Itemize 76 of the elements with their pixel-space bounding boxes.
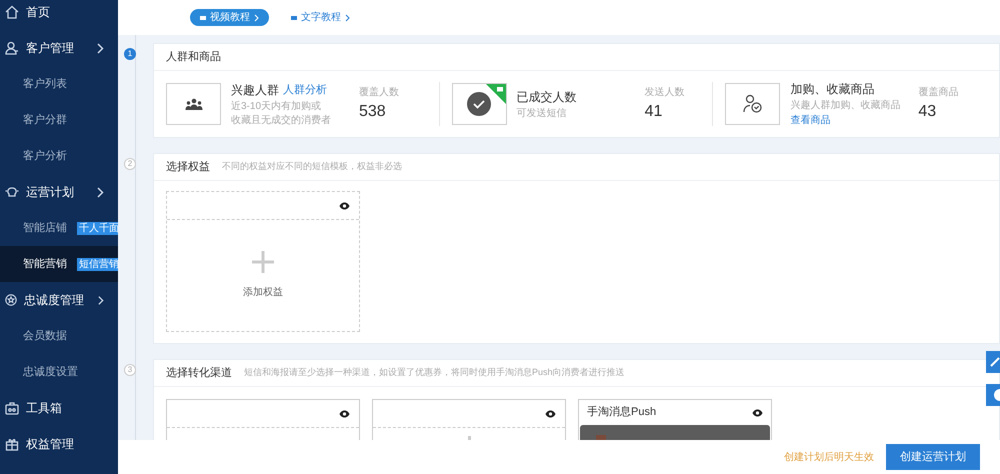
gift-icon: [5, 437, 19, 451]
audience-description: 收藏且无成交的消费者: [231, 114, 332, 127]
nav-subitem[interactable]: 会员数据: [0, 318, 118, 354]
edit-float-button[interactable]: [986, 351, 1000, 373]
stat-value: 43: [918, 102, 938, 122]
eye-icon[interactable]: [752, 408, 763, 416]
eye-icon[interactable]: [339, 410, 350, 418]
step-title: 选择转化渠道: [166, 366, 232, 381]
eye-icon[interactable]: [545, 410, 556, 418]
nav-label: 智能店铺: [23, 220, 67, 236]
nav-subitem[interactable]: 客户分析: [0, 138, 118, 174]
audience-description: 近3-10天内有加购或: [231, 100, 322, 113]
audience-description: 可发送短信: [516, 107, 568, 120]
nav-label: 首页: [26, 4, 50, 21]
audience-title: 已成交人数: [516, 89, 577, 106]
tutorial-button[interactable]: 文字教程: [281, 9, 360, 26]
nav-label: 忠诚度设置: [23, 364, 78, 380]
step-number: 1: [124, 48, 136, 60]
help-float-button[interactable]: [986, 384, 1000, 406]
add-benefit-card[interactable]: 添加权益: [166, 191, 360, 332]
nav-label: 会员数据: [23, 328, 67, 344]
step-title: 选择权益: [166, 160, 210, 175]
nav-subitem[interactable]: 客户分群: [0, 102, 118, 138]
home-icon: [5, 5, 19, 19]
nav-item[interactable]: 运营计划: [0, 174, 118, 210]
chevron-right-icon: [98, 294, 104, 306]
check-circle-icon: [467, 92, 492, 116]
create-plan-button[interactable]: 创建运营计划: [886, 444, 980, 470]
nav-item[interactable]: 忠诚度管理: [0, 282, 118, 318]
nav-item[interactable]: 客户管理: [0, 30, 118, 66]
nav-label: 运营计划: [26, 184, 74, 201]
footer-note: 创建计划后明天生效: [784, 450, 874, 464]
step-number: 2: [124, 158, 136, 170]
audience-title: 兴趣人群: [231, 82, 279, 99]
stat-label: 覆盖人数: [359, 86, 399, 100]
stat-value: 538: [359, 102, 387, 122]
pencil-icon: [990, 357, 1000, 367]
add-benefit-label: 添加权益: [243, 286, 283, 300]
nav-subitem[interactable]: 客户列表: [0, 66, 118, 102]
step-title: 人群和商品: [166, 50, 221, 65]
nav-item[interactable]: 首页: [0, 0, 118, 30]
view-products-link[interactable]: 查看商品: [790, 113, 910, 128]
audience-analysis-link[interactable]: 人群分析: [283, 82, 327, 98]
nav-item[interactable]: 工具箱: [0, 390, 118, 426]
nav-label: 忠诚度管理: [24, 292, 84, 309]
stat-label: 覆盖商品: [918, 86, 958, 100]
user-icon: [5, 41, 19, 55]
step-hint: 不同的权益对应不同的短信模板，权益非必选: [222, 160, 402, 174]
person-check-icon: [742, 94, 764, 114]
chevron-right-icon: [97, 42, 104, 54]
push-channel-card[interactable]: 手淘消息Push: [578, 399, 772, 440]
nav-label: 客户分析: [23, 148, 67, 164]
nav-label: 客户列表: [23, 76, 67, 92]
tutorial-button[interactable]: 视频教程: [190, 9, 269, 26]
step-hint: 短信和海报请至少选择一种渠道，如设置了优惠券，将同时使用手淘消息Push向消费者进行推送: [244, 366, 625, 380]
stat-label: 发送人数: [644, 86, 685, 100]
nav-item[interactable]: 权益管理: [0, 426, 118, 462]
nav-label: 客户分群: [23, 112, 67, 128]
stat-value: 41: [644, 102, 664, 122]
nav-label: 权益管理: [26, 436, 74, 453]
nav-label: 智能营销: [23, 256, 67, 272]
chevron-right-icon: [345, 14, 350, 22]
chevron-right-icon: [254, 14, 259, 22]
toolbox-icon: [5, 401, 19, 415]
channel-title: 手淘消息Push: [587, 405, 656, 420]
step-number: 3: [124, 364, 136, 376]
nav-label: 工具箱: [26, 400, 62, 417]
nav-label: 客户管理: [26, 40, 74, 57]
nav-subitem[interactable]: 忠诚度设置: [0, 354, 118, 390]
chevron-right-icon: [97, 186, 104, 198]
star-badge-icon: [5, 293, 17, 307]
audience-title: 加购、收藏商品: [790, 81, 874, 98]
audience-description: 兴趣人群加购、收藏商品: [790, 99, 902, 112]
group-icon: [184, 98, 202, 110]
lightbulb-icon: [5, 185, 19, 199]
eye-icon[interactable]: [339, 202, 350, 210]
